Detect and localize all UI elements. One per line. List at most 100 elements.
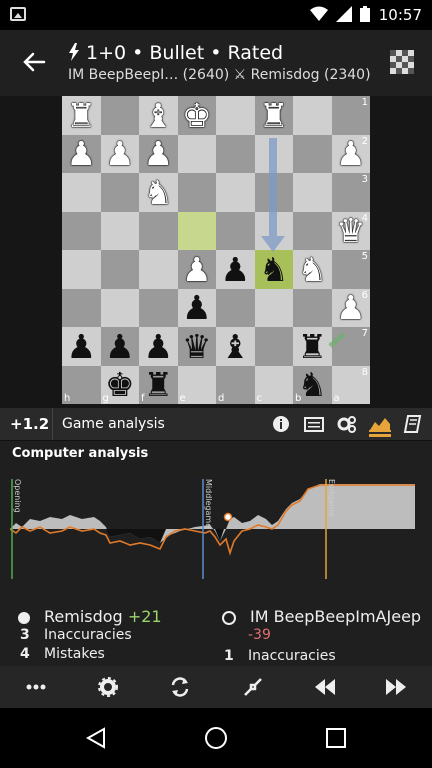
board-square[interactable]: 7 <box>331 327 370 366</box>
board-square[interactable] <box>254 288 293 327</box>
nav-back-icon[interactable] <box>84 726 108 750</box>
collapse-icon[interactable] <box>240 674 266 700</box>
board-square[interactable] <box>254 327 293 366</box>
white-knight-icon[interactable]: ♞ <box>293 250 332 289</box>
board-square[interactable] <box>293 211 332 250</box>
chess-board[interactable]: ♜ ♝ ♚ ♜ 1 ♟ ♟ ♟ ♟ 2 ♞ 3 ♛ 4 ♟ ♟ ♞ ♞ 5 ♟ ♟ 6 ♟ ♟ ♟ ♛ ♝ ♜ 7 h ♚ g ♜ f e d c ♞ b 8… <box>62 96 370 404</box>
white-pawn-icon[interactable]: ♟ <box>178 250 217 289</box>
board-square[interactable] <box>254 134 293 173</box>
board-square[interactable] <box>216 173 255 212</box>
white-pawn-icon[interactable]: ♟ <box>62 135 101 174</box>
board-square[interactable]: ♟ <box>100 327 140 366</box>
black-knight-icon[interactable]: ♞ <box>255 250 294 289</box>
board-square[interactable] <box>293 288 332 327</box>
board-square[interactable] <box>100 211 139 250</box>
white-pawn-icon[interactable]: ♟ <box>139 135 178 174</box>
board-square[interactable]: ♟ 2 <box>331 134 370 173</box>
white-bishop-icon[interactable]: ♝ <box>139 96 178 135</box>
board-square[interactable] <box>177 211 216 250</box>
board-square[interactable] <box>293 96 332 135</box>
board-square[interactable] <box>100 96 139 135</box>
white-rook-icon[interactable]: ♜ <box>255 96 294 135</box>
board-square[interactable]: ♟ <box>100 134 140 174</box>
board-square[interactable]: ♝ <box>139 96 178 135</box>
board-square[interactable] <box>293 134 332 173</box>
board-square[interactable]: ♚ g <box>100 365 139 404</box>
board-square[interactable]: ♟ <box>216 250 255 289</box>
black-rook-icon[interactable]: ♜ <box>293 327 332 366</box>
board-square[interactable] <box>62 288 101 327</box>
nav-home-icon[interactable] <box>204 726 228 750</box>
board-square[interactable]: ♞ b <box>293 365 332 404</box>
next-move-icon[interactable] <box>383 674 409 700</box>
board-square[interactable]: 3 <box>331 173 370 212</box>
flip-board-icon[interactable] <box>167 674 193 700</box>
board-theme-icon[interactable] <box>390 50 414 74</box>
previous-move-icon[interactable] <box>312 674 338 700</box>
board-square[interactable]: ♚ <box>177 96 217 135</box>
board-square[interactable] <box>177 134 216 173</box>
board-square[interactable] <box>139 211 178 250</box>
board-square[interactable] <box>177 173 216 212</box>
white-rook-icon[interactable]: ♜ <box>62 96 101 135</box>
board-square[interactable]: ♜ f <box>139 365 178 404</box>
board-square[interactable]: ♟ <box>177 250 217 289</box>
board-square[interactable]: ♝ <box>216 327 255 366</box>
board-square[interactable] <box>139 288 178 327</box>
board-square[interactable]: ♟ <box>177 288 217 328</box>
nav-recents-icon[interactable] <box>324 726 348 750</box>
board-square[interactable] <box>254 211 293 250</box>
board-square[interactable]: ♞ <box>139 173 178 212</box>
black-pawn-icon[interactable]: ♟ <box>62 327 101 366</box>
white-pawn-icon[interactable]: ♟ <box>101 135 140 174</box>
board-square[interactable] <box>216 134 255 173</box>
board-square[interactable]: h <box>62 365 101 404</box>
black-pawn-icon[interactable]: ♟ <box>216 250 255 289</box>
board-square[interactable] <box>254 173 293 212</box>
board-square[interactable] <box>293 173 332 212</box>
board-square[interactable] <box>216 288 255 327</box>
board-square[interactable]: d <box>216 365 255 404</box>
board-square[interactable] <box>100 250 139 289</box>
board-square[interactable]: ♟ <box>139 327 178 366</box>
board-square[interactable]: ♞ <box>293 250 332 289</box>
settings-gear-icon[interactable] <box>95 674 121 700</box>
board-square[interactable] <box>216 211 255 250</box>
back-arrow-icon[interactable] <box>20 48 48 76</box>
board-square[interactable] <box>216 96 255 135</box>
board-square[interactable]: 5 <box>331 250 370 289</box>
board-square[interactable]: 1 <box>331 96 370 135</box>
more-options-icon[interactable] <box>23 674 49 700</box>
board-square[interactable]: ♜ <box>254 96 294 135</box>
black-bishop-icon[interactable]: ♝ <box>216 327 255 366</box>
black-pawn-icon[interactable]: ♟ <box>178 289 217 328</box>
board-square[interactable] <box>100 288 139 327</box>
board-square[interactable]: c <box>254 365 293 404</box>
book-icon[interactable] <box>402 414 424 434</box>
board-square[interactable] <box>100 173 139 212</box>
chart-icon[interactable] <box>369 414 391 437</box>
white-king-icon[interactable]: ♚ <box>178 96 217 135</box>
black-pawn-icon[interactable]: ♟ <box>139 327 178 366</box>
board-square[interactable]: ♟ <box>139 134 178 174</box>
board-square[interactable] <box>62 173 101 212</box>
board-square[interactable]: ♛ 4 <box>331 211 370 250</box>
move-list-icon[interactable] <box>303 414 325 434</box>
white-knight-icon[interactable]: ♞ <box>139 173 178 212</box>
board-square[interactable]: ♞ <box>254 250 294 289</box>
board-square[interactable]: ♟ <box>62 134 101 174</box>
black-pawn-icon[interactable]: ♟ <box>101 327 140 366</box>
board-square[interactable] <box>62 250 101 289</box>
board-square[interactable] <box>62 211 101 250</box>
board-square[interactable] <box>139 250 178 289</box>
board-square[interactable]: ♛ <box>177 327 217 366</box>
board-square[interactable]: ♟ <box>62 327 101 366</box>
info-icon[interactable] <box>270 414 292 434</box>
black-queen-icon[interactable]: ♛ <box>178 327 217 366</box>
board-square[interactable]: e <box>177 365 216 404</box>
board-square[interactable]: 8a <box>331 365 370 404</box>
board-square[interactable]: ♜ <box>293 327 332 366</box>
engine-settings-icon[interactable] <box>336 414 358 434</box>
board-square[interactable]: ♜ <box>62 96 101 135</box>
board-square[interactable]: ♟ 6 <box>331 288 370 327</box>
